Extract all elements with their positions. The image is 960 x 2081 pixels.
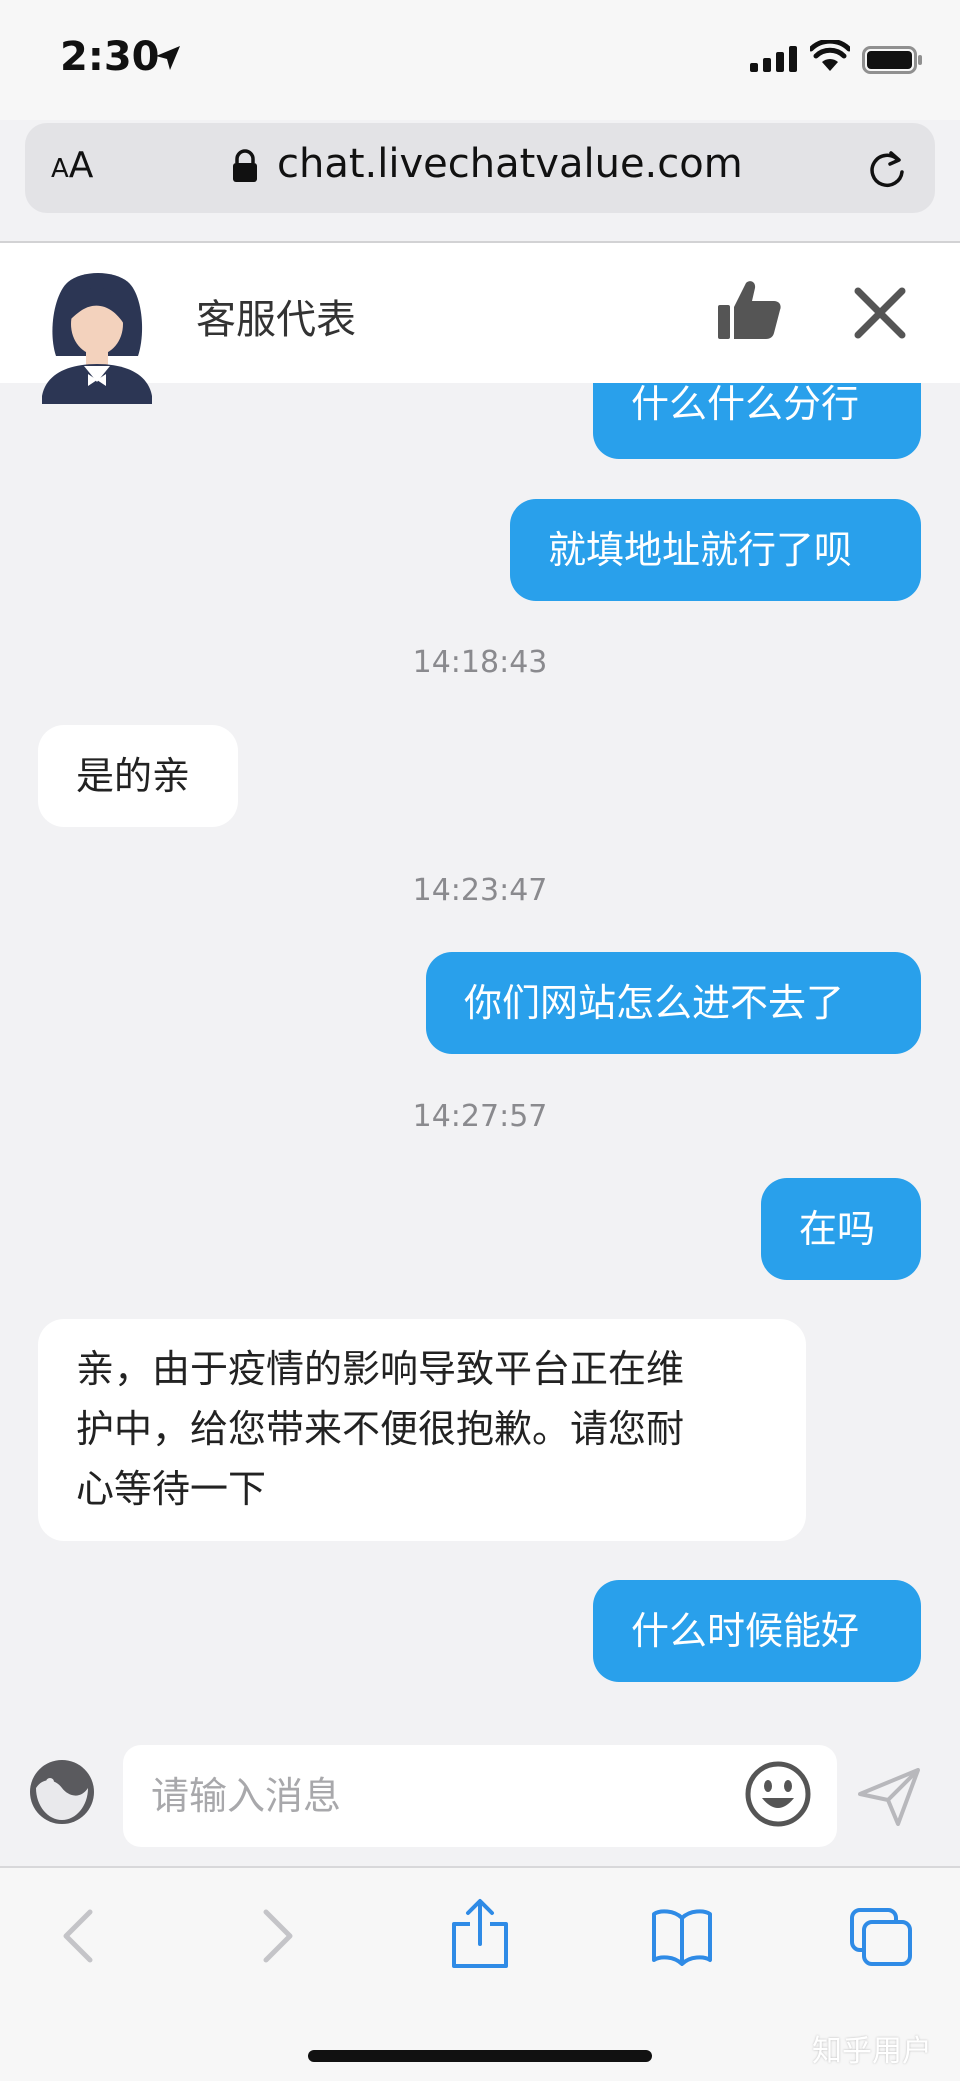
incoming-message: 亲，由于疫情的影响导致平台正在维 护中，给您带来不便很抱歉。请您耐 心等待一下 [38,1319,806,1541]
send-icon[interactable] [858,1768,920,1826]
status-time: 2:30 [60,34,160,80]
outgoing-message: 什么什么分行 [593,383,921,459]
bookmarks-icon[interactable] [650,1906,714,1966]
message-input[interactable] [123,1745,837,1847]
url-text[interactable]: chat.livechatvalue.com [277,141,743,187]
message-line: 心等待一下 [76,1467,267,1511]
back-icon[interactable] [58,1906,98,1966]
text-size-button[interactable]: AA [51,145,93,186]
address-bar[interactable]: AA chat.livechatvalue.com [25,123,935,213]
battery-icon [862,46,922,74]
outgoing-message: 你们网站怎么进不去了 [426,952,921,1054]
wifi-icon [810,40,850,71]
thumbs-up-icon[interactable] [716,279,782,341]
reload-icon[interactable] [865,147,909,191]
message-line: 护中，给您带来不便很抱歉。请您耐 [76,1407,685,1451]
browser-toolbar: 知乎用户 [0,1866,960,2081]
tabs-icon[interactable] [848,1906,914,1968]
incoming-message: 是的亲 [38,725,238,827]
location-arrow-icon [156,46,180,70]
message-line: 亲，由于疫情的影响导致平台正在维 [76,1347,685,1391]
close-icon[interactable] [852,285,908,341]
outgoing-message: 就填地址就行了呗 [510,499,921,601]
agent-avatar [42,273,152,404]
signal-icon [750,46,797,72]
outgoing-message: 在吗 [761,1178,921,1280]
message-timestamp: 14:18:43 [412,645,548,680]
agent-name: 客服代表 [196,297,356,343]
home-indicator[interactable] [308,2050,652,2062]
mood-icon[interactable] [28,1758,96,1826]
status-bar: 2:30 [0,0,960,120]
outgoing-message: 什么时候能好 [593,1580,921,1682]
emoji-icon[interactable] [744,1760,812,1828]
forward-icon[interactable] [258,1906,298,1966]
composer-bar [0,1728,960,1866]
message-list[interactable]: 什么什么分行 就填地址就行了呗 14:18:43 是的亲 14:23:47 你们… [0,383,960,1728]
message-timestamp: 14:27:57 [412,1099,548,1134]
lock-icon [233,149,257,182]
share-icon[interactable] [448,1898,512,1970]
watermark: 知乎用户 [812,2034,932,2069]
message-timestamp: 14:23:47 [412,873,548,908]
